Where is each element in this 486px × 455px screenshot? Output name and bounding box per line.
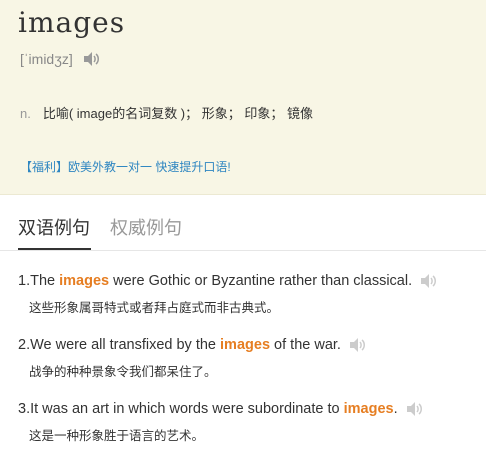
example-number: 1. xyxy=(18,273,31,289)
example-highlight: images xyxy=(220,337,271,353)
part-of-speech: n. xyxy=(20,106,31,121)
example-text-before: It was an art in which words were subord… xyxy=(30,401,344,417)
headword: images xyxy=(18,6,126,39)
example-number: 2. xyxy=(18,337,31,353)
promo-link[interactable]: 【福利】欧美外教一对一 快速提升口语! xyxy=(20,158,231,175)
example-text-after: were Gothic or Byzantine rather than cla… xyxy=(109,273,413,289)
example-translation: 这是一种形象胜于语言的艺术。 xyxy=(29,429,205,443)
speaker-icon[interactable] xyxy=(420,273,438,289)
example-text-before: The xyxy=(30,273,60,289)
phonetic-text: [ˈimidʒz] xyxy=(20,51,73,67)
example-item: 3. It was an art in which words were subo… xyxy=(18,401,424,444)
example-translation: 战争的种种景象令我们都呆住了。 xyxy=(29,365,217,379)
example-number: 3. xyxy=(18,401,31,417)
example-item: 1. The images were Gothic or Byzantine ra… xyxy=(18,273,438,316)
example-sentence: 1. The images were Gothic or Byzantine ra… xyxy=(18,273,438,289)
tab-bilingual-examples[interactable]: 双语例句 xyxy=(18,214,90,240)
example-tabs: 双语例句 权威例句 xyxy=(0,200,486,251)
example-item: 2. We were all transfixed by the images o… xyxy=(18,337,367,380)
example-text-before: We were all transfixed by the xyxy=(30,337,221,353)
example-sentence: 2. We were all transfixed by the images o… xyxy=(18,337,367,353)
definition-line: n. 比喻( image的名词复数 )； 形象； 印象； 镜像 xyxy=(20,103,313,122)
example-highlight: images xyxy=(59,273,110,289)
speaker-icon[interactable] xyxy=(83,51,101,67)
example-sentence: 3. It was an art in which words were subo… xyxy=(18,401,424,417)
speaker-icon[interactable] xyxy=(349,337,367,353)
definition-text: 比喻( image的名词复数 )； 形象； 印象； 镜像 xyxy=(42,106,313,121)
phonetic-row: [ˈimidʒz] xyxy=(20,51,101,67)
example-translation: 这些形象属哥特式或者拜占庭式而非古典式。 xyxy=(29,301,280,315)
active-tab-indicator xyxy=(18,248,91,250)
definition-panel: images [ˈimidʒz] n. 比喻( image的名词复数 )； 形象；… xyxy=(0,0,486,195)
example-text-after: of the war. xyxy=(270,337,341,353)
speaker-icon[interactable] xyxy=(406,401,424,417)
example-text-after: . xyxy=(393,401,398,417)
example-highlight: images xyxy=(343,401,394,417)
tab-authoritative-examples[interactable]: 权威例句 xyxy=(110,214,182,240)
